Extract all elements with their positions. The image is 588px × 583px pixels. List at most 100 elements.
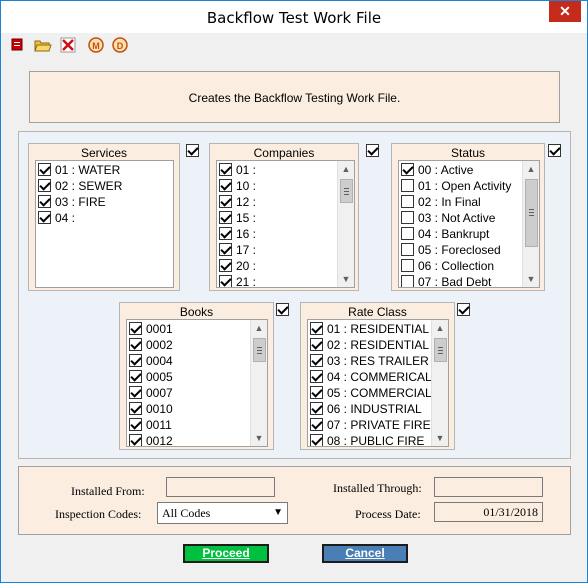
list-item[interactable]: 07 : PRIVATE FIRE [310,417,431,433]
checkbox[interactable] [310,370,323,383]
scroll-down-icon[interactable]: ▼ [432,430,448,446]
open-folder-icon[interactable] [34,36,52,54]
status-select-all-icon[interactable] [548,144,561,157]
checkbox[interactable] [401,275,414,287]
list-item[interactable]: 0007 [129,385,173,401]
scrollbar[interactable]: ▲ ▼ [250,320,267,446]
checkbox[interactable] [219,275,232,287]
checkbox[interactable] [38,211,51,224]
checkbox[interactable] [219,243,232,256]
scroll-thumb[interactable] [340,179,353,203]
list-item[interactable]: 12 : [219,194,256,210]
companies-select-all-icon[interactable] [366,144,379,157]
checkbox[interactable] [219,195,232,208]
installed-through-field[interactable] [434,477,543,497]
scrollbar[interactable]: ▲ ▼ [431,320,448,446]
list-item[interactable]: 04 : [38,210,75,226]
close-button[interactable]: ✕ [549,1,581,22]
list-item[interactable]: 10 : [219,178,256,194]
list-item[interactable]: 0010 [129,401,173,417]
checkbox[interactable] [129,338,142,351]
list-item[interactable]: 0011 [129,417,172,433]
scroll-up-icon[interactable]: ▲ [523,161,539,177]
scroll-down-icon[interactable]: ▼ [338,271,354,287]
scroll-up-icon[interactable]: ▲ [432,320,448,336]
checkbox[interactable] [401,163,414,176]
list-item[interactable]: 01 : Open Activity [401,178,511,194]
checkbox[interactable] [401,195,414,208]
checkbox[interactable] [310,434,323,446]
scroll-thumb[interactable] [434,338,447,362]
inspection-codes-select[interactable]: All Codes ▼ [157,502,288,524]
checkbox[interactable] [38,179,51,192]
scroll-up-icon[interactable]: ▲ [338,161,354,177]
list-item[interactable]: 0001 [129,321,173,337]
books-list[interactable]: 0001 0002 0004 0005 0007 0010 0011 0012 ▲ ▼ [126,319,268,447]
checkbox[interactable] [401,211,414,224]
list-item[interactable]: 05 : COMMERCIAL [310,385,432,401]
checkbox[interactable] [401,179,414,192]
cancel-button[interactable]: Cancel [322,544,408,563]
checkbox[interactable] [129,354,142,367]
process-date-field[interactable]: 01/31/2018 [434,502,543,522]
list-item[interactable]: 0002 [129,337,173,353]
checkbox[interactable] [38,195,51,208]
list-item[interactable]: 00 : Active [401,162,473,178]
list-item[interactable]: 08 : PUBLIC FIRE [310,433,424,446]
list-item[interactable]: 03 : FIRE [38,194,106,210]
list-item[interactable]: 02 : SEWER [38,178,122,194]
list-item[interactable]: 06 : INDUSTRIAL [310,401,422,417]
scroll-down-icon[interactable]: ▼ [251,430,267,446]
list-item[interactable]: 0004 [129,353,173,369]
checkbox[interactable] [219,211,232,224]
checkbox[interactable] [401,259,414,272]
checkbox[interactable] [401,243,414,256]
report-icon[interactable] [9,36,27,54]
scroll-thumb[interactable] [253,338,266,362]
list-item[interactable]: 03 : Not Active [401,210,495,226]
checkbox[interactable] [219,259,232,272]
checkbox[interactable] [401,227,414,240]
checkbox[interactable] [310,322,323,335]
companies-list[interactable]: 01 :10 :12 :15 :16 :17 :20 :21 : ▲ ▼ [216,160,355,288]
checkbox[interactable] [129,418,142,431]
scrollbar[interactable]: ▲ ▼ [522,161,539,287]
list-item[interactable]: 17 : [219,242,256,258]
list-item[interactable]: 05 : Foreclosed [401,242,501,258]
checkbox[interactable] [219,163,232,176]
list-item[interactable]: 16 : [219,226,256,242]
list-item[interactable]: 21 : [219,274,256,287]
checkbox[interactable] [310,354,323,367]
delete-icon[interactable] [59,36,77,54]
list-item[interactable]: 0005 [129,369,173,385]
list-item[interactable]: 07 : Bad Debt [401,274,491,287]
list-item[interactable]: 01 : [219,162,256,178]
checkbox[interactable] [129,370,142,383]
books-select-all-icon[interactable] [276,303,289,316]
scroll-thumb[interactable] [525,179,538,247]
checkbox[interactable] [219,179,232,192]
list-item[interactable]: 0012 [129,433,173,446]
checkbox[interactable] [129,434,142,446]
scroll-up-icon[interactable]: ▲ [251,320,267,336]
scrollbar[interactable]: ▲ ▼ [337,161,354,287]
list-item[interactable]: 01 : WATER [38,162,120,178]
rate-class-list[interactable]: 01 : RESIDENTIAL 02 : RESIDENTIAL 03 : RES… [307,319,449,447]
checkbox[interactable] [219,227,232,240]
scroll-down-icon[interactable]: ▼ [523,271,539,287]
rate-class-select-all-icon[interactable] [457,303,470,316]
checkbox[interactable] [129,322,142,335]
list-item[interactable]: 02 : RESIDENTIAL [310,337,429,353]
checkbox[interactable] [129,402,142,415]
list-item[interactable]: 15 : [219,210,256,226]
installed-from-field[interactable] [166,477,275,497]
d-circle-icon[interactable]: D [111,36,129,54]
services-select-all-icon[interactable] [186,144,199,157]
services-list[interactable]: 01 : WATER 02 : SEWER 03 : FIRE 04 : [35,160,174,288]
list-item[interactable]: 04 : COMMERICAL [310,369,432,385]
proceed-button[interactable]: Proceed [183,544,269,563]
checkbox[interactable] [310,386,323,399]
checkbox[interactable] [38,163,51,176]
list-item[interactable]: 06 : Collection [401,258,494,274]
list-item[interactable]: 04 : Bankrupt [401,226,489,242]
